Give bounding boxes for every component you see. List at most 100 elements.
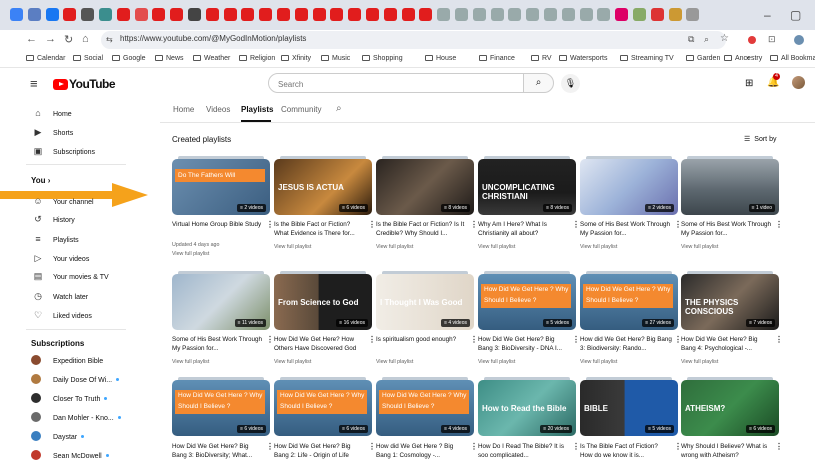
playlist-thumbnail[interactable]: How Did We Get Here ? Why Should I Belie… (172, 380, 270, 436)
playlist-thumbnail[interactable]: How Did We Get Here ? Why Should I Belie… (274, 380, 372, 436)
search-icon[interactable]: ⌕ (523, 73, 554, 93)
browser-tab-icon[interactable] (650, 8, 664, 21)
sidebar-item-your-channel[interactable]: ☺ Your channel (31, 196, 93, 206)
playlist-thumbnail[interactable]: How Did We Get Here ? Why Should I Belie… (580, 274, 678, 330)
create-icon[interactable]: ⊞ (745, 78, 753, 89)
playlist-thumbnail[interactable]: How to Read the Bible ≡ 20 videos (478, 380, 576, 436)
subscription-item[interactable]: Dan Mohler - Kno... (31, 412, 121, 422)
url-text[interactable]: https://www.youtube.com/@MyGodInMotion/p… (120, 34, 306, 43)
browser-tab-icon[interactable] (170, 8, 184, 21)
playlist-title[interactable]: How Do I Read The Bible? It is soo compl… (478, 442, 570, 460)
view-full-playlist-link[interactable]: View full playlist (274, 359, 311, 365)
sidebar-item-your-videos[interactable]: ▷ Your videos (31, 253, 90, 264)
playlist-title[interactable]: Why Am I Here? What Is Christianity all … (478, 220, 570, 238)
more-options-icon[interactable]: ⋮ (266, 335, 274, 344)
account-avatar[interactable] (792, 76, 805, 89)
playlist-thumbnail[interactable]: ≡ 11 videos (172, 274, 270, 330)
bookmark-item[interactable]: Music (321, 55, 350, 62)
playlist-title[interactable]: Virtual Home Group Bible Study (172, 220, 264, 238)
playlist-title[interactable]: Some of His Best Work Through My Passion… (681, 220, 773, 238)
subscription-item[interactable]: Closer To Truth (31, 393, 108, 403)
subscription-item[interactable]: Expedition Bible (31, 355, 103, 365)
playlist-title[interactable]: How did We Get Here ? Big Bang 1: Cosmol… (376, 442, 468, 460)
browser-tab-icon[interactable] (419, 8, 433, 21)
more-options-icon[interactable]: ⋮ (775, 220, 783, 229)
extension-icon[interactable] (748, 36, 756, 44)
browser-tab-icon[interactable] (259, 8, 273, 21)
playlist-thumbnail[interactable]: From Science to God ≡ 16 videos (274, 274, 372, 330)
browser-tab-icon[interactable] (633, 8, 646, 21)
all-bookmarks[interactable]: All Bookmarks (770, 55, 815, 62)
more-options-icon[interactable]: ⋮ (368, 220, 376, 229)
playlist-thumbnail[interactable]: ATHEISM? ≡ 6 videos (681, 380, 779, 436)
bookmark-star-icon[interactable]: ☆ (720, 33, 729, 44)
playlist-title[interactable]: Some of His Best Work Through My Passion… (580, 220, 672, 238)
browser-tab-icon[interactable] (81, 8, 95, 21)
playlist-title[interactable]: How did We Get Here? Big Bang 3: Biodive… (580, 335, 672, 353)
bookmark-item[interactable]: Watersports (559, 55, 607, 62)
more-options-icon[interactable]: ⋮ (470, 335, 478, 344)
more-options-icon[interactable]: ⋮ (266, 442, 274, 451)
browser-tab-icon[interactable] (116, 8, 130, 21)
playlist-title[interactable]: Is the Bible Fact or Fiction? What Evide… (274, 220, 366, 238)
more-options-icon[interactable]: ⋮ (470, 220, 478, 229)
install-icon[interactable]: ⧉ (688, 34, 694, 45)
view-full-playlist-link[interactable]: View full playlist (172, 359, 209, 365)
view-full-playlist-link[interactable]: View full playlist (478, 244, 515, 250)
you-section-header[interactable]: You › (31, 176, 50, 185)
browser-tab-icon[interactable] (188, 8, 201, 21)
profile-avatar[interactable] (794, 35, 804, 45)
sidebar-item-subscriptions[interactable]: ▣ Subscriptions (31, 146, 95, 157)
view-full-playlist-link[interactable]: View full playlist (681, 244, 718, 250)
playlist-thumbnail[interactable]: ≡ 2 videos (580, 159, 678, 215)
view-full-playlist-link[interactable]: View full playlist (580, 359, 617, 365)
sort-by-button[interactable]: ☰ Sort by (744, 135, 776, 143)
browser-tab-icon[interactable] (241, 8, 255, 21)
sidebar-item-playlists[interactable]: ≡ Playlists (31, 234, 78, 244)
bookmark-item[interactable]: Xfinity (281, 55, 311, 62)
more-options-icon[interactable]: ⋮ (775, 442, 783, 451)
bookmark-item[interactable]: Finance (479, 55, 515, 62)
bookmark-item[interactable]: House (425, 55, 456, 62)
view-full-playlist-link[interactable]: View full playlist (376, 244, 413, 250)
view-full-playlist-link[interactable]: View full playlist (274, 244, 311, 250)
playlist-thumbnail[interactable]: BIBLE ≡ 5 videos (580, 380, 678, 436)
browser-tab-icon[interactable] (472, 8, 486, 21)
sidebar-item-shorts[interactable]: ▶ Shorts (31, 127, 74, 138)
view-full-playlist-link[interactable]: View full playlist (376, 359, 413, 365)
playlist-thumbnail[interactable]: I Thought I Was Good ≡ 4 videos (376, 274, 474, 330)
more-options-icon[interactable]: ⋮ (775, 335, 783, 344)
subscription-item[interactable]: Sean McDowell (31, 450, 109, 460)
browser-tab-icon[interactable] (401, 8, 415, 21)
bookmark-item[interactable]: Social (73, 55, 103, 62)
browser-tab-icon[interactable] (10, 8, 23, 21)
tab-home[interactable]: Home (173, 105, 194, 114)
browser-tab-icon[interactable] (686, 8, 700, 21)
bookmark-item[interactable]: News (155, 55, 184, 62)
browser-tab-icon[interactable] (668, 8, 682, 21)
playlist-title[interactable]: Some of His Best Work Through My Passion… (172, 335, 264, 353)
view-full-playlist-link[interactable]: View full playlist (580, 244, 617, 250)
browser-tab-icon[interactable] (455, 8, 468, 21)
browser-tab-icon[interactable] (45, 8, 59, 21)
tab-playlists[interactable]: Playlists (241, 105, 273, 114)
search-box[interactable] (268, 73, 524, 94)
sidebar-item-your-movies-tv[interactable]: ▤ Your movies & TV (31, 271, 109, 282)
sidebar-item-watch-later[interactable]: ◷ Watch later (31, 291, 88, 302)
browser-tab-icon[interactable] (348, 8, 362, 21)
view-full-playlist-link[interactable]: View full playlist (172, 251, 209, 257)
browser-tab-icon[interactable] (294, 8, 308, 21)
back-icon[interactable]: ← (26, 33, 37, 45)
browser-tab-icon[interactable] (383, 8, 397, 21)
bookmark-item[interactable]: Streaming TV (620, 55, 674, 62)
extensions-icon[interactable]: ⊡ (768, 34, 776, 45)
site-info-icon[interactable]: ⇆ (106, 35, 113, 44)
bookmark-item[interactable]: Garden (686, 55, 720, 62)
browser-tab-icon[interactable] (579, 8, 593, 21)
view-full-playlist-link[interactable]: View full playlist (478, 359, 515, 365)
playlist-thumbnail[interactable]: How Did We Get Here ? Why Should I Belie… (376, 380, 474, 436)
more-options-icon[interactable]: ⋮ (572, 442, 580, 451)
channel-search-icon[interactable]: ⌕ (336, 103, 342, 114)
playlist-title[interactable]: How Did We Get Here? Big Bang 3: BioDive… (172, 442, 264, 460)
playlist-thumbnail[interactable]: JESUS IS ACTUA ≡ 6 videos (274, 159, 372, 215)
